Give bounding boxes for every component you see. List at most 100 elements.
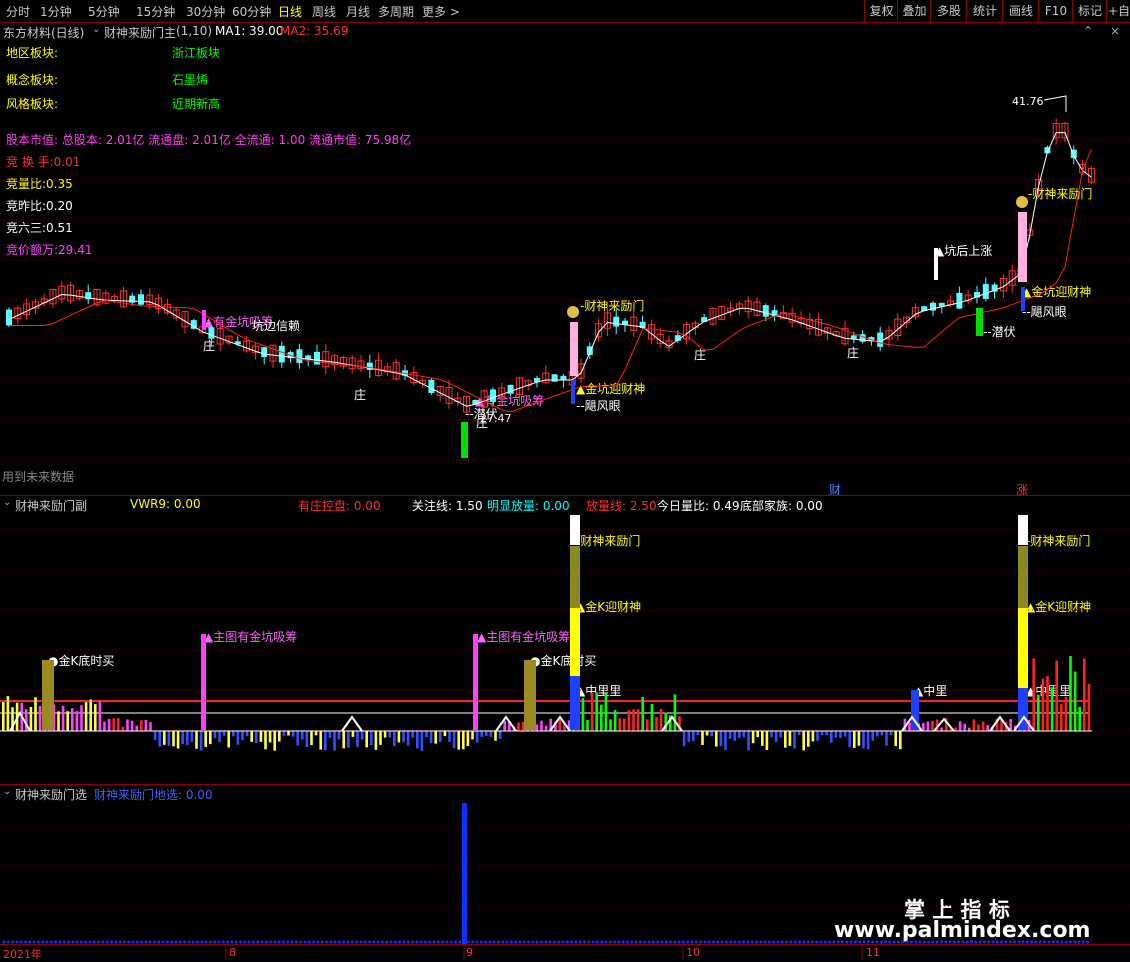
- dot-marker: [673, 940, 677, 944]
- dot-marker: [402, 940, 406, 944]
- volume-bar: [761, 731, 764, 746]
- signal-bar-olive: [570, 546, 580, 608]
- volume-bar: [618, 718, 621, 731]
- dot-marker: [518, 940, 522, 944]
- dot-marker: [187, 940, 191, 944]
- dot-marker: [273, 940, 277, 944]
- dot-marker: [901, 940, 905, 944]
- dot-marker: [858, 940, 862, 944]
- dot-marker: [32, 940, 36, 944]
- dot-marker: [492, 940, 496, 944]
- dot-marker: [514, 940, 518, 944]
- candle-body: [762, 305, 769, 317]
- volume-bar: [940, 727, 943, 731]
- volume-bar: [218, 731, 221, 743]
- volume-bar: [1073, 671, 1077, 731]
- dot-marker: [1043, 940, 1047, 944]
- volume-bar: [255, 731, 258, 744]
- signal-bar-magenta: [202, 310, 206, 330]
- dot-marker: [36, 940, 40, 944]
- dot-marker: [204, 940, 208, 944]
- volume-bar: [89, 699, 92, 731]
- dot-marker: [815, 940, 819, 944]
- volume-bar: [880, 731, 884, 736]
- volume-bar: [710, 731, 713, 737]
- candle-body: [850, 335, 857, 339]
- dot-marker: [454, 940, 457, 944]
- volume-bar: [406, 731, 410, 746]
- dot-marker: [548, 940, 552, 944]
- dot-marker: [170, 940, 174, 944]
- dot-marker: [957, 940, 961, 944]
- volume-bar: [250, 731, 253, 742]
- dot-marker: [419, 940, 423, 944]
- volume-bar: [811, 731, 815, 742]
- dot-marker: [363, 940, 367, 944]
- dot-marker: [991, 940, 995, 944]
- dot-marker: [144, 940, 148, 944]
- volume-bar: [374, 731, 378, 750]
- dot-marker: [385, 940, 389, 944]
- dot-marker: [15, 940, 19, 944]
- volume-bar: [94, 704, 97, 731]
- dot-marker: [88, 940, 92, 944]
- dot-marker: [763, 940, 767, 944]
- dot-marker: [1073, 940, 1077, 944]
- dot-marker: [849, 940, 853, 944]
- dot-marker: [475, 940, 479, 944]
- volume-bar: [209, 731, 212, 745]
- chart-canvas[interactable]: [0, 0, 1130, 960]
- dot-marker: [776, 940, 780, 944]
- dot-marker: [871, 940, 875, 944]
- dot-marker: [239, 940, 242, 944]
- volume-bar: [144, 719, 148, 731]
- dot-marker: [75, 940, 79, 944]
- dot-marker: [965, 940, 969, 944]
- volume-bar: [305, 731, 309, 748]
- dot-marker: [54, 940, 58, 944]
- volume-bar: [857, 731, 861, 746]
- volume-bar: [494, 731, 497, 741]
- volume-bar: [820, 731, 824, 736]
- candle-body: [613, 316, 620, 327]
- dot-marker: [122, 940, 126, 944]
- dot-marker: [793, 940, 797, 944]
- money-bag-icon: [1016, 196, 1028, 208]
- dot-marker: [462, 940, 466, 944]
- dot-marker: [664, 940, 668, 944]
- dot-marker: [712, 940, 715, 944]
- volume-bar: [958, 721, 962, 731]
- dot-marker: [557, 940, 561, 944]
- signal-bar-yellow: [1018, 608, 1028, 688]
- volume-bar: [383, 731, 387, 738]
- volume-bar: [337, 731, 341, 740]
- volume-bar: [825, 731, 828, 736]
- dot-marker: [845, 940, 849, 944]
- signal-bar-olive: [1018, 546, 1028, 608]
- signal-bar-blue: [462, 803, 467, 944]
- dot-marker: [71, 940, 75, 944]
- volume-bar: [866, 731, 870, 750]
- dot-marker: [651, 940, 655, 944]
- volume-bar: [425, 731, 428, 738]
- volume-bar: [627, 709, 631, 731]
- volume-bar: [871, 731, 874, 741]
- dot-marker: [1025, 940, 1029, 944]
- dot-marker: [630, 940, 634, 944]
- dot-marker: [320, 940, 324, 944]
- volume-bar: [199, 731, 203, 751]
- dot-marker: [1060, 940, 1064, 944]
- volume-bar: [876, 731, 879, 737]
- volume-bar: [830, 731, 833, 743]
- dot-marker: [1086, 940, 1090, 944]
- volume-bar: [926, 721, 930, 731]
- dot-marker: [196, 940, 199, 944]
- volume-bar: [84, 702, 88, 731]
- signal-bar-magenta: [473, 634, 478, 730]
- volume-bar: [719, 731, 723, 746]
- dot-marker: [342, 940, 346, 944]
- volume-bar: [770, 731, 773, 738]
- volume-bar: [204, 731, 207, 747]
- peak-marker: [341, 715, 363, 732]
- high-price-pointer: [1043, 95, 1067, 112]
